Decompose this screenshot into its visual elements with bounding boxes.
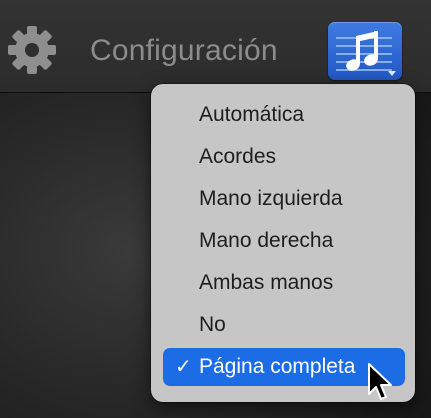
menu-item-acordes[interactable]: Acordes bbox=[163, 138, 405, 176]
gear-icon[interactable] bbox=[4, 22, 60, 78]
toolbar: Configuración bbox=[0, 0, 431, 93]
music-notes-icon bbox=[336, 31, 396, 76]
page-title: Configuración bbox=[90, 34, 278, 67]
menu-item-label: Mano izquierda bbox=[199, 187, 343, 210]
checkmark-icon: ✓ bbox=[175, 356, 192, 378]
app-window: Configuración Automática Acordes Mano iz… bbox=[0, 0, 431, 418]
menu-item-ambas-manos[interactable]: Ambas manos bbox=[163, 264, 405, 302]
menu-item-label: Página completa bbox=[199, 355, 356, 378]
menu-item-label: Mano derecha bbox=[199, 229, 334, 252]
dropdown-arrow-icon bbox=[388, 71, 396, 76]
menu-item-label: Acordes bbox=[199, 145, 277, 168]
dropdown-menu: Automática Acordes Mano izquierda Mano d… bbox=[151, 84, 415, 402]
view-mode-button[interactable] bbox=[328, 22, 402, 80]
menu-item-mano-izquierda[interactable]: Mano izquierda bbox=[163, 180, 405, 218]
menu-item-mano-derecha[interactable]: Mano derecha bbox=[163, 222, 405, 260]
menu-item-automatica[interactable]: Automática bbox=[163, 96, 405, 134]
menu-item-label: Ambas manos bbox=[199, 271, 334, 294]
menu-item-no[interactable]: No bbox=[163, 306, 405, 344]
mouse-pointer-icon bbox=[368, 363, 392, 400]
menu-item-label: No bbox=[199, 313, 226, 336]
menu-item-label: Automática bbox=[199, 103, 305, 126]
